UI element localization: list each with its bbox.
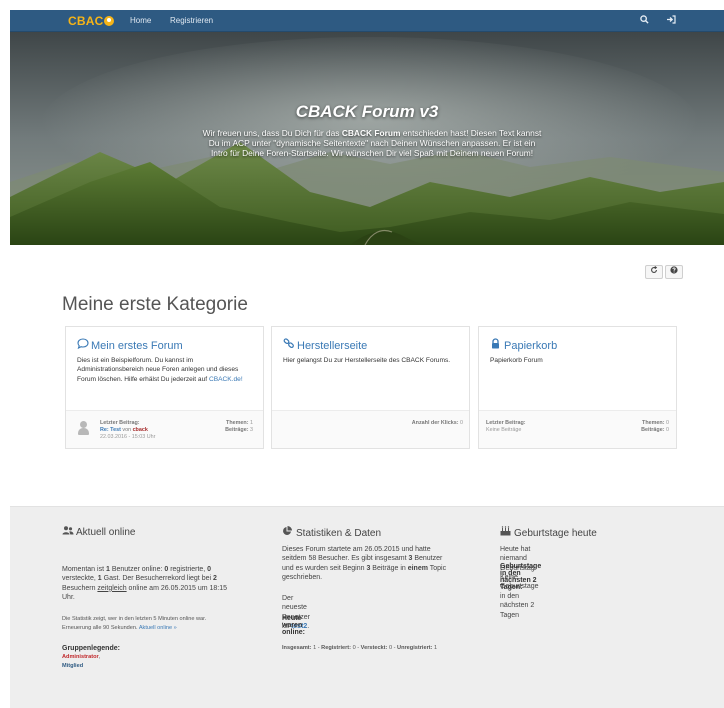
birthday-cake-icon bbox=[500, 526, 514, 539]
last-post-label: Letzter Beitrag: bbox=[486, 420, 526, 426]
birthdays-next-text: Keine Geburtstage in den nächsten 2 Tage… bbox=[500, 574, 539, 619]
online-stats-text: Momentan ist 1 Benutzer online: 0 regist… bbox=[62, 566, 228, 602]
no-posts-text: Keine Beiträge bbox=[486, 427, 522, 433]
posts-count: Beiträge: 3 bbox=[225, 427, 253, 433]
lock-icon bbox=[490, 338, 504, 352]
forum-card-footer: Letzter Beitrag: Re: Test von cback 22.0… bbox=[66, 410, 263, 448]
logo[interactable]: CBAC bbox=[68, 14, 115, 28]
search-icon[interactable] bbox=[640, 15, 649, 26]
forum-card-mein-erstes-forum: Mein erstes Forum Dies ist ein Beispielf… bbox=[65, 326, 264, 449]
category-title: Meine erste Kategorie bbox=[62, 294, 248, 315]
statistics-text: Dieses Forum startete am 26.05.2015 und … bbox=[282, 546, 447, 582]
top-navbar: CBAC Home Registrieren bbox=[10, 10, 724, 32]
nav-register-link[interactable]: Registrieren bbox=[170, 16, 213, 25]
forum-title-link[interactable]: Mein erstes Forum bbox=[77, 338, 183, 352]
current-online-link[interactable]: Aktuell online » bbox=[139, 625, 177, 631]
forum-card-footer: Letzter Beitrag: Keine Beiträge Themen: … bbox=[479, 410, 676, 448]
last-post-author: cback bbox=[132, 427, 148, 433]
hero-banner: CBACK Forum v3 Wir freuen uns, dass Du D… bbox=[10, 32, 724, 245]
legend-member[interactable]: Mitglied bbox=[62, 663, 83, 669]
help-button[interactable] bbox=[665, 265, 683, 279]
last-post-link[interactable]: Re: Test von cback bbox=[100, 427, 148, 433]
forum-description: Papierkorb Forum bbox=[490, 357, 543, 364]
today-online-title: Heute waren online: bbox=[282, 615, 305, 636]
forum-title-link[interactable]: Papierkorb bbox=[490, 338, 557, 352]
cback-link[interactable]: CBACK.de! bbox=[209, 376, 243, 383]
statistics-heading: Statistiken & Daten bbox=[282, 526, 381, 539]
forum-description: Hier gelangst Du zur Herstellerseite des… bbox=[283, 357, 451, 364]
last-post-label: Letzter Beitrag: bbox=[100, 420, 140, 426]
users-icon bbox=[62, 526, 76, 538]
group-legend-title: Gruppenlegende: bbox=[62, 645, 120, 652]
legend-administrator[interactable]: Administrator bbox=[62, 654, 99, 660]
last-post-date: 22.03.2016 - 15:03 Uhr bbox=[100, 434, 156, 440]
birthdays-heading: Geburtstage heute bbox=[500, 526, 597, 539]
refresh-button[interactable] bbox=[645, 265, 663, 279]
speech-bubble-icon bbox=[77, 338, 91, 352]
forum-card-footer: Anzahl der Klicks: 0 bbox=[272, 410, 469, 448]
pie-chart-icon bbox=[282, 526, 296, 539]
clicks-count: Anzahl der Klicks: 0 bbox=[411, 420, 463, 426]
user-avatar-icon bbox=[77, 421, 90, 435]
nav-home-link[interactable]: Home bbox=[130, 16, 151, 25]
forum-description: Dies ist ein Beispielforum. Du kannst im… bbox=[77, 357, 243, 383]
help-icon bbox=[670, 266, 678, 274]
online-heading: Aktuell online bbox=[62, 526, 135, 538]
link-icon bbox=[283, 338, 297, 352]
forum-title-link[interactable]: Herstellerseite bbox=[283, 338, 367, 352]
posts-count: Beiträge: 0 bbox=[641, 427, 669, 433]
footer-info-panel: Aktuell online Momentan ist 1 Benutzer o… bbox=[10, 506, 724, 708]
refresh-icon bbox=[651, 266, 658, 273]
hero-title: CBACK Forum v3 bbox=[295, 102, 439, 121]
online-note: Die Statistik zeigt, wer in den letzten … bbox=[62, 616, 207, 631]
login-icon[interactable] bbox=[666, 15, 676, 26]
group-legend: Administrator, Mitglied bbox=[62, 654, 101, 669]
forum-card-papierkorb: Papierkorb Papierkorb Forum Letzter Beit… bbox=[478, 326, 677, 449]
forum-card-herstellerseite: Herstellerseite Hier gelangst Du zur Her… bbox=[271, 326, 470, 449]
today-online-stats: Insgesamt: 1 - Registriert: 0 - Versteck… bbox=[282, 645, 438, 651]
topics-count: Themen: 1 bbox=[226, 420, 253, 426]
hero-intro-text: Wir freuen uns, dass Du Dich für das CBA… bbox=[202, 128, 542, 159]
logo-ball-icon bbox=[104, 16, 115, 26]
topics-count: Themen: 0 bbox=[642, 420, 669, 426]
